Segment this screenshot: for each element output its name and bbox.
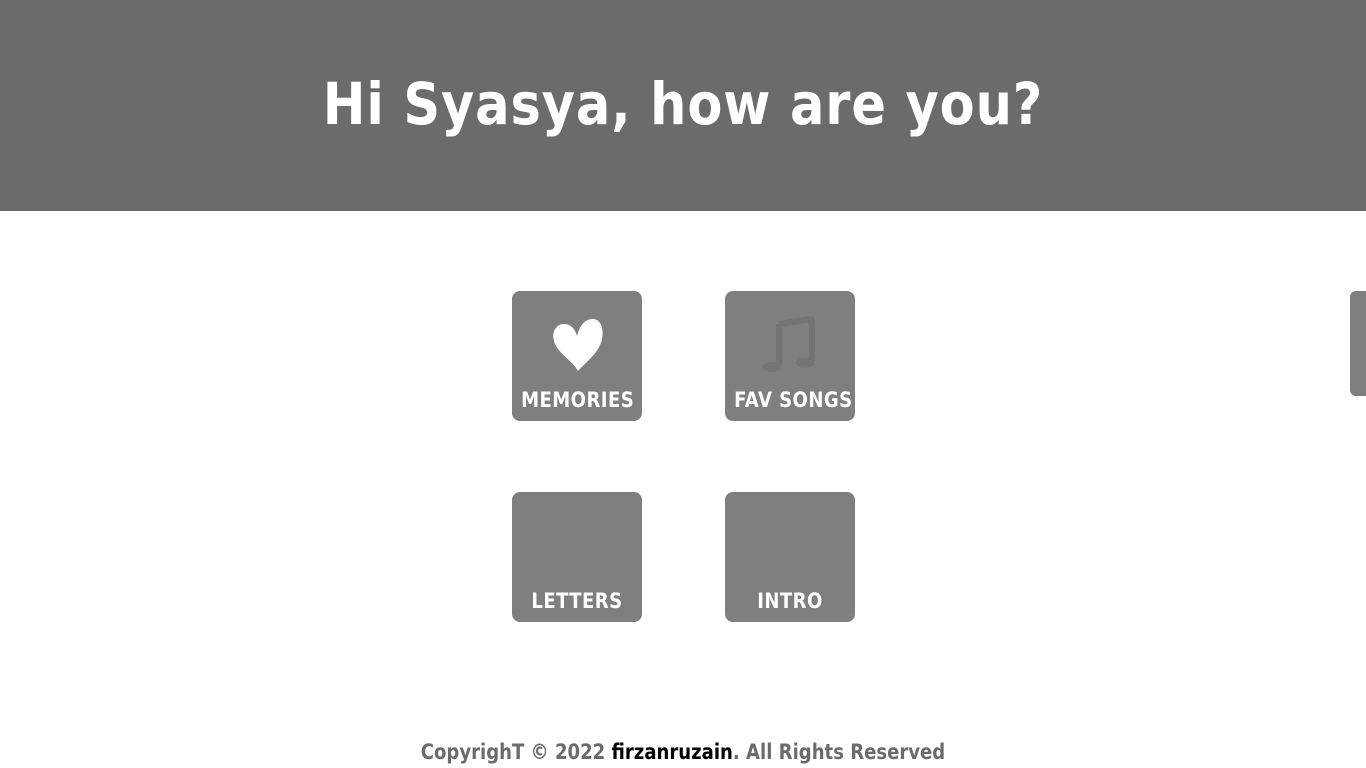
side-panel-tab[interactable] [1350,291,1366,396]
page-header: Hi Syasya, how are you? [0,0,1366,211]
memories-tile[interactable]: MEMORIES [512,291,642,421]
greeting-title: Hi Syasya, how are you? [322,70,1044,138]
music-note-icon [725,313,855,375]
fav-songs-label: FAV SONGS [734,388,853,412]
author-link[interactable]: firzanruzain [612,740,733,764]
fav-songs-tile[interactable]: FAV SONGS [725,291,855,421]
letters-label: LETTERS [531,589,623,613]
letters-tile[interactable]: LETTERS [512,492,642,622]
copyright-text: CopyrighT © 2022 [420,740,612,764]
rights-text: . All Rights Reserved [732,740,946,764]
intro-label: INTRO [757,589,823,613]
memories-label: MEMORIES [521,388,635,412]
footer: CopyrighT © 2022 firzanruzain. All Right… [96,736,1271,768]
heart-icon [512,313,642,375]
intro-tile[interactable]: INTRO [725,492,855,622]
